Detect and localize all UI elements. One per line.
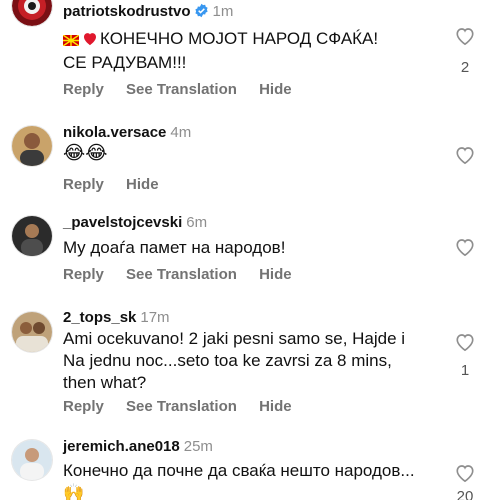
- comment-actions: Reply Hide: [63, 176, 177, 193]
- timestamp: 1m: [212, 3, 234, 20]
- comment-actions: Reply See Translation Hide: [63, 398, 310, 415]
- see-translation-button[interactable]: See Translation: [126, 398, 237, 415]
- avatar[interactable]: [12, 216, 52, 256]
- verified-badge-icon: [194, 3, 209, 23]
- username[interactable]: _pavelstojcevski: [63, 214, 182, 231]
- like-count: 2: [460, 59, 470, 76]
- username[interactable]: patriotskodrustvo: [63, 3, 191, 20]
- like-count: 1: [460, 362, 470, 379]
- comment-text: КОНЕЧНО МОЈОТ НАРОД СФАЌА! СЕ РАДУВАМ!!!: [62, 29, 379, 72]
- macedonia-flag-icon: [62, 30, 80, 52]
- avatar[interactable]: [12, 440, 52, 480]
- red-heart-icon: [82, 30, 98, 52]
- comment-meta: 2_tops_sk 17m: [63, 309, 170, 327]
- avatar[interactable]: [12, 126, 52, 166]
- reply-button[interactable]: Reply: [63, 81, 104, 98]
- comment-text: My доаѓа памет на народов!: [63, 238, 286, 257]
- username[interactable]: jeremich.ane018: [63, 438, 180, 455]
- see-translation-button[interactable]: See Translation: [126, 266, 237, 283]
- comment-text: 😂😂: [63, 143, 108, 164]
- hide-button[interactable]: Hide: [259, 266, 292, 283]
- comment-text: Конечно да почне да сваќа нешто народов.…: [63, 461, 415, 500]
- avatar[interactable]: [12, 312, 52, 352]
- username[interactable]: nikola.versace: [63, 124, 166, 141]
- avatar[interactable]: [12, 0, 52, 26]
- heart-icon[interactable]: [454, 145, 476, 165]
- heart-icon[interactable]: [454, 332, 476, 352]
- timestamp: 4m: [170, 124, 192, 141]
- reply-button[interactable]: Reply: [63, 266, 104, 283]
- timestamp: 25m: [183, 438, 213, 455]
- reply-button[interactable]: Reply: [63, 176, 104, 193]
- hide-button[interactable]: Hide: [126, 176, 159, 193]
- like-count: 20: [456, 488, 474, 500]
- hide-button[interactable]: Hide: [259, 81, 292, 98]
- see-translation-button[interactable]: See Translation: [126, 81, 237, 98]
- comment-actions: Reply See Translation Hide: [63, 81, 310, 98]
- heart-icon[interactable]: [454, 26, 476, 46]
- comment-text: Ami ocekuvano! 2 jaki pesni samo se, Haj…: [63, 329, 406, 392]
- heart-icon[interactable]: [454, 237, 476, 257]
- reply-button[interactable]: Reply: [63, 398, 104, 415]
- comment-meta: patriotskodrustvo 1m: [63, 3, 233, 23]
- username[interactable]: 2_tops_sk: [63, 309, 136, 326]
- timestamp: 6m: [186, 214, 208, 231]
- heart-icon[interactable]: [454, 463, 476, 483]
- comments-feed: patriotskodrustvo 1m КОНЕЧНО МОЈОТ НАРОД …: [0, 0, 500, 500]
- hide-button[interactable]: Hide: [259, 398, 292, 415]
- comment-meta: nikola.versace 4m: [63, 124, 191, 142]
- comment-meta: _pavelstojcevski 6m: [63, 214, 207, 232]
- comment-meta: jeremich.ane018 25m: [63, 438, 213, 456]
- comment-actions: Reply See Translation Hide: [63, 266, 310, 283]
- timestamp: 17m: [140, 309, 170, 326]
